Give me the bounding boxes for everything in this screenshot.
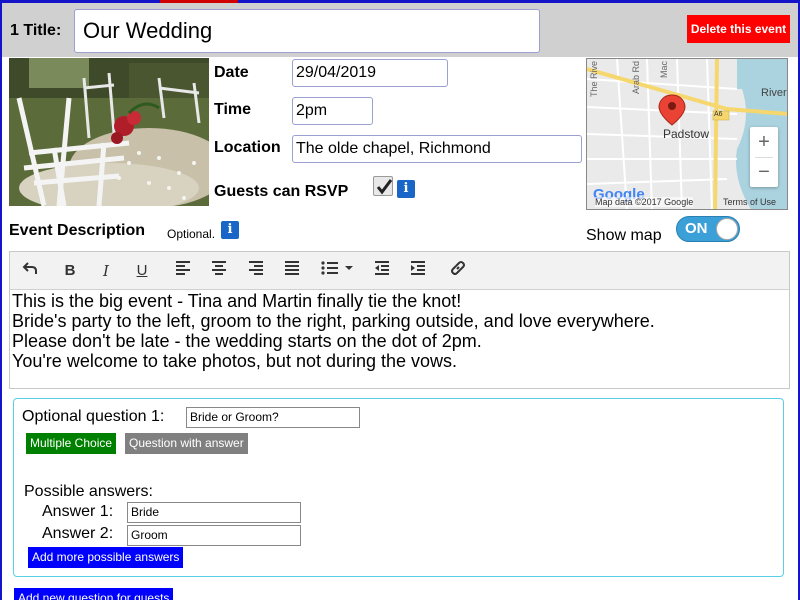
description-line: Please don't be late - the wedding start…	[12, 331, 482, 351]
map-attribution: Map data ©2017 Google	[595, 197, 694, 207]
time-label: Time	[214, 101, 252, 118]
map-river-label: River	[761, 87, 787, 99]
description-editor: B I U This is the big event - Tina and M…	[9, 251, 790, 389]
editor-toolbar: B I U	[10, 252, 789, 290]
map-street-3: Mac	[659, 61, 669, 79]
rsvp-label: Guests can RSVP	[214, 183, 349, 200]
wedding-chairs-image	[9, 58, 209, 206]
description-info-icon[interactable]: i	[221, 221, 239, 239]
show-map-label: Show map	[586, 227, 662, 244]
bulleted-list-icon[interactable]	[320, 260, 356, 282]
add-answers-button[interactable]: Add more possible answers	[28, 547, 184, 568]
checkmark-icon	[376, 179, 393, 195]
align-justify-icon[interactable]	[280, 260, 304, 282]
description-optional-note: Optional.	[167, 227, 216, 241]
location-label: Location	[214, 139, 281, 156]
underline-icon[interactable]: U	[130, 260, 154, 282]
zoom-out-button[interactable]: −	[750, 157, 778, 187]
zoom-in-button[interactable]: +	[750, 127, 778, 157]
title-label: 1 Title:	[10, 22, 62, 39]
delete-event-button[interactable]: Delete this event	[687, 15, 790, 43]
location-input[interactable]: The olde chapel, Richmond	[292, 135, 582, 163]
undo-icon[interactable]	[18, 260, 42, 282]
answer-2-input[interactable]: Groom	[127, 525, 301, 546]
map-terms-link[interactable]: Terms of Use	[723, 197, 776, 207]
date-label: Date	[214, 64, 249, 81]
answer-2-label: Answer 2:	[42, 525, 114, 542]
possible-answers-label: Possible answers:	[24, 483, 153, 500]
map-street-1: The Rive	[589, 61, 599, 98]
map-road-label: A6	[714, 111, 723, 118]
bold-icon[interactable]: B	[58, 260, 82, 282]
description-label: Event Description	[9, 222, 146, 239]
time-input[interactable]: 2pm	[292, 97, 373, 125]
map-street-2: Arab Rd	[631, 61, 641, 95]
description-line: You're welcome to take photos, but not d…	[12, 351, 458, 371]
toggle-state-label: ON	[685, 220, 708, 237]
multiple-choice-button[interactable]: Multiple Choice	[26, 433, 117, 454]
answer-1-label: Answer 1:	[42, 503, 114, 520]
title-bar: 1 Title: Our Wedding Delete this event	[2, 3, 798, 57]
toggle-knob	[716, 218, 738, 240]
question-panel: Optional question 1: Bride or Groom? Mul…	[13, 398, 784, 577]
map-zoom-control: + −	[750, 127, 778, 187]
rsvp-checkbox[interactable]	[373, 176, 393, 196]
question-input[interactable]: Bride or Groom?	[186, 407, 360, 428]
question-with-answer-button[interactable]: Question with answer	[125, 433, 248, 454]
italic-icon[interactable]: I	[94, 260, 118, 282]
title-input[interactable]: Our Wedding	[74, 9, 540, 53]
location-map[interactable]: Padstow River A6 The Rive Arab Rd Mac + …	[586, 58, 788, 210]
align-center-icon[interactable]	[207, 260, 231, 282]
date-input[interactable]: 29/04/2019	[292, 59, 448, 87]
description-line: Bride's party to the left, groom to the …	[12, 311, 655, 331]
description-text-area[interactable]: This is the big event - Tina and Martin …	[12, 290, 787, 386]
align-left-icon[interactable]	[171, 260, 195, 282]
add-question-button[interactable]: Add new question for guests	[14, 588, 174, 600]
rsvp-info-icon[interactable]: i	[397, 180, 415, 198]
event-photo	[9, 58, 209, 206]
align-right-icon[interactable]	[244, 260, 268, 282]
answer-1-input[interactable]: Bride	[127, 502, 301, 523]
link-icon[interactable]	[446, 260, 470, 282]
indent-icon[interactable]	[406, 260, 430, 282]
map-place-label: Padstow	[663, 127, 710, 141]
question-label: Optional question 1:	[22, 408, 165, 425]
description-line: This is the big event - Tina and Martin …	[12, 291, 462, 311]
outdent-icon[interactable]	[370, 260, 394, 282]
show-map-toggle[interactable]: ON	[676, 216, 740, 242]
